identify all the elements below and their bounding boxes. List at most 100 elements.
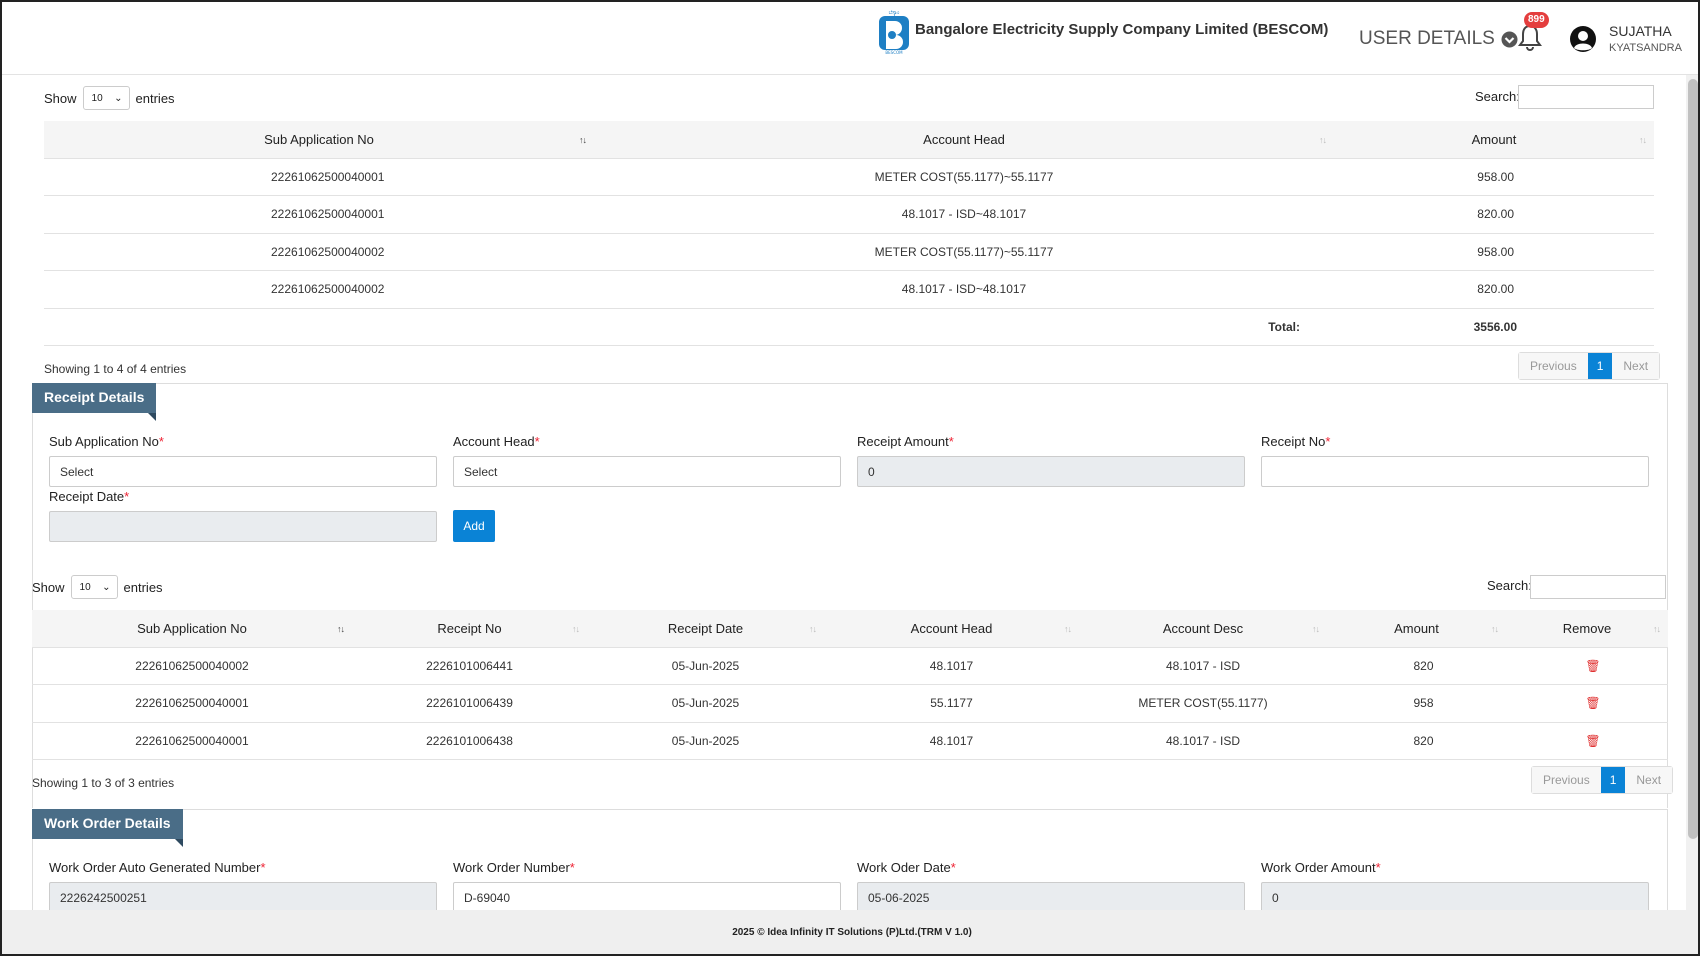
- wo-date-field[interactable]: 05-06-2025: [857, 882, 1245, 913]
- cell-amount: 958.00: [1334, 157, 1654, 196]
- page-1-button[interactable]: 1: [1600, 767, 1626, 793]
- cell-sub-app: 22261062500040001: [44, 195, 594, 233]
- cell-account-head: 55.1177: [824, 684, 1079, 722]
- cell-account-desc: 48.1017 - ISD: [1079, 646, 1327, 685]
- cell-account-head: 48.1017 - ISD~48.1017: [594, 195, 1334, 233]
- svg-text:BESCOM: BESCOM: [885, 50, 903, 55]
- table-row: 22261062500040001 2226101006438 05-Jun-2…: [32, 721, 1668, 760]
- cell-sub-app: 22261062500040001: [32, 684, 352, 722]
- col-account-desc[interactable]: Account Desc ↑↓: [1079, 610, 1327, 647]
- cell-amount: 958.00: [1334, 232, 1654, 271]
- cell-amount: 958: [1327, 684, 1506, 722]
- account-head-select[interactable]: Select: [453, 456, 841, 487]
- col-receipt-date[interactable]: Receipt Date ↑↓: [587, 610, 824, 647]
- col-amount[interactable]: Amount ↑↓: [1327, 610, 1506, 647]
- notification-count-badge: 899: [1524, 12, 1549, 28]
- cell-receipt-no: 2226101006441: [352, 646, 587, 685]
- col-receipt-no[interactable]: Receipt No ↑↓: [352, 610, 587, 647]
- entries-label: entries: [135, 90, 175, 106]
- user-details-menu[interactable]: USER DETAILS: [1359, 28, 1518, 50]
- cell-amount: 820.00: [1334, 270, 1654, 308]
- table2-search-input[interactable]: [1530, 575, 1666, 599]
- page-length-value: 10: [79, 581, 91, 593]
- cell-receipt-date: 05-Jun-2025: [587, 684, 824, 722]
- sort-icon: ↑↓: [1064, 624, 1072, 634]
- trash-icon[interactable]: 🗑: [1585, 734, 1600, 748]
- next-button[interactable]: Next: [1625, 767, 1673, 793]
- receipt-no-label: Receipt No*: [1261, 434, 1331, 449]
- total-row: Total: 3556.00: [44, 307, 1654, 346]
- previous-button[interactable]: Previous: [1519, 353, 1588, 379]
- receipt-no-field[interactable]: [1261, 456, 1649, 487]
- cell-account-head: METER COST(55.1177)~55.1177: [594, 157, 1334, 196]
- sort-icon: ↑↓: [1491, 624, 1499, 634]
- page-scrollbar[interactable]: [1686, 75, 1698, 910]
- table-row: 22261062500040001 METER COST(55.1177)~55…: [44, 157, 1654, 196]
- chevron-down-icon: ⌄: [114, 92, 123, 104]
- cell-amount: 820.00: [1334, 195, 1654, 233]
- wo-number-label: Work Order Number*: [453, 860, 575, 875]
- total-value: 3556.00: [1334, 307, 1654, 346]
- bescom-logo: ಬೆಸ್ಕಾಂ BESCOM: [879, 8, 909, 55]
- cell-sub-app: 22261062500040001: [44, 157, 594, 196]
- account-head-table: Sub Application No ↑↓ Account Head ↑↓ Amou…: [44, 121, 1654, 346]
- cell-receipt-date: 05-Jun-2025: [587, 646, 824, 685]
- company-name: Bangalore Electricity Supply Company Lim…: [915, 21, 1329, 38]
- page-1-button[interactable]: 1: [1587, 353, 1613, 379]
- trash-icon[interactable]: 🗑: [1585, 659, 1600, 673]
- table2-page-length-select[interactable]: 10 ⌄: [70, 575, 118, 599]
- sort-icon: ↑↓: [1319, 135, 1327, 145]
- receipt-amount-field[interactable]: 0: [857, 456, 1245, 487]
- cell-account-head: 48.1017: [824, 646, 1079, 685]
- table1-search-input[interactable]: [1518, 85, 1654, 109]
- user-avatar-icon[interactable]: [1569, 25, 1597, 53]
- col-sub-application-no[interactable]: Sub Application No ↑↓: [44, 121, 594, 158]
- trash-icon[interactable]: 🗑: [1585, 696, 1600, 710]
- remove-cell: 🗑: [1506, 684, 1668, 722]
- account-head-label: Account Head*: [453, 434, 540, 449]
- cell-amount: 820: [1327, 721, 1506, 760]
- sort-icon: ↑↓: [809, 624, 817, 634]
- receipt-amount-label: Receipt Amount*: [857, 434, 954, 449]
- table-row: 22261062500040002 48.1017 - ISD~48.1017 …: [44, 270, 1654, 308]
- chevron-down-icon: ⌄: [102, 581, 111, 593]
- sub-application-select[interactable]: Select: [49, 456, 437, 487]
- table-row: 22261062500040002 2226101006441 05-Jun-2…: [32, 646, 1668, 685]
- col-sub-application-no[interactable]: Sub Application No ↑↓: [32, 610, 352, 647]
- col-amount[interactable]: Amount ↑↓: [1334, 121, 1654, 158]
- svg-text:ಬೆಸ್ಕಾಂ: ಬೆಸ್ಕಾಂ: [889, 10, 900, 16]
- table-row: 22261062500040002 METER COST(55.1177)~55…: [44, 232, 1654, 271]
- cell-receipt-date: 05-Jun-2025: [587, 721, 824, 760]
- add-button[interactable]: Add: [453, 510, 495, 542]
- sub-application-label: Sub Application No*: [49, 434, 164, 449]
- user-name: SUJATHA: [1609, 23, 1672, 39]
- wo-date-label: Work Oder Date*: [857, 860, 956, 875]
- total-label: Total:: [594, 307, 1334, 346]
- entries-label: entries: [123, 579, 163, 595]
- wo-amount-field[interactable]: 0: [1261, 882, 1649, 913]
- table1-search-label: Search:: [1475, 89, 1520, 104]
- page-length-value: 10: [91, 92, 103, 104]
- sort-asc-icon: ↑↓: [579, 135, 587, 145]
- col-account-head[interactable]: Account Head ↑↓: [824, 610, 1079, 647]
- cell-sub-app: 22261062500040002: [44, 232, 594, 271]
- table2-search-label: Search:: [1487, 578, 1532, 593]
- table-row: 22261062500040001 48.1017 - ISD~48.1017 …: [44, 195, 1654, 233]
- receipt-date-field[interactable]: [49, 511, 437, 542]
- col-account-head[interactable]: Account Head ↑↓: [594, 121, 1334, 158]
- cell-account-desc: METER COST(55.1177): [1079, 684, 1327, 722]
- cell-account-head: METER COST(55.1177)~55.1177: [594, 232, 1334, 271]
- table1-page-length-select[interactable]: 10 ⌄: [82, 86, 130, 110]
- next-button[interactable]: Next: [1612, 353, 1660, 379]
- wo-number-field[interactable]: D-69040: [453, 882, 841, 913]
- scrollbar-thumb[interactable]: [1688, 79, 1698, 839]
- sort-asc-icon: ↑↓: [337, 624, 345, 634]
- previous-button[interactable]: Previous: [1532, 767, 1601, 793]
- table1-info: Showing 1 to 4 of 4 entries: [44, 362, 187, 376]
- wo-auto-number-field[interactable]: 2226242500251: [49, 882, 437, 913]
- col-remove[interactable]: Remove ↑↓: [1506, 610, 1668, 647]
- remove-cell: 🗑: [1506, 721, 1668, 760]
- app-window: ಬೆಸ್ಕಾಂ BESCOM Bangalore Electricity Sup…: [0, 0, 1700, 956]
- cell-receipt-no: 2226101006438: [352, 721, 587, 760]
- cell-receipt-no: 2226101006439: [352, 684, 587, 722]
